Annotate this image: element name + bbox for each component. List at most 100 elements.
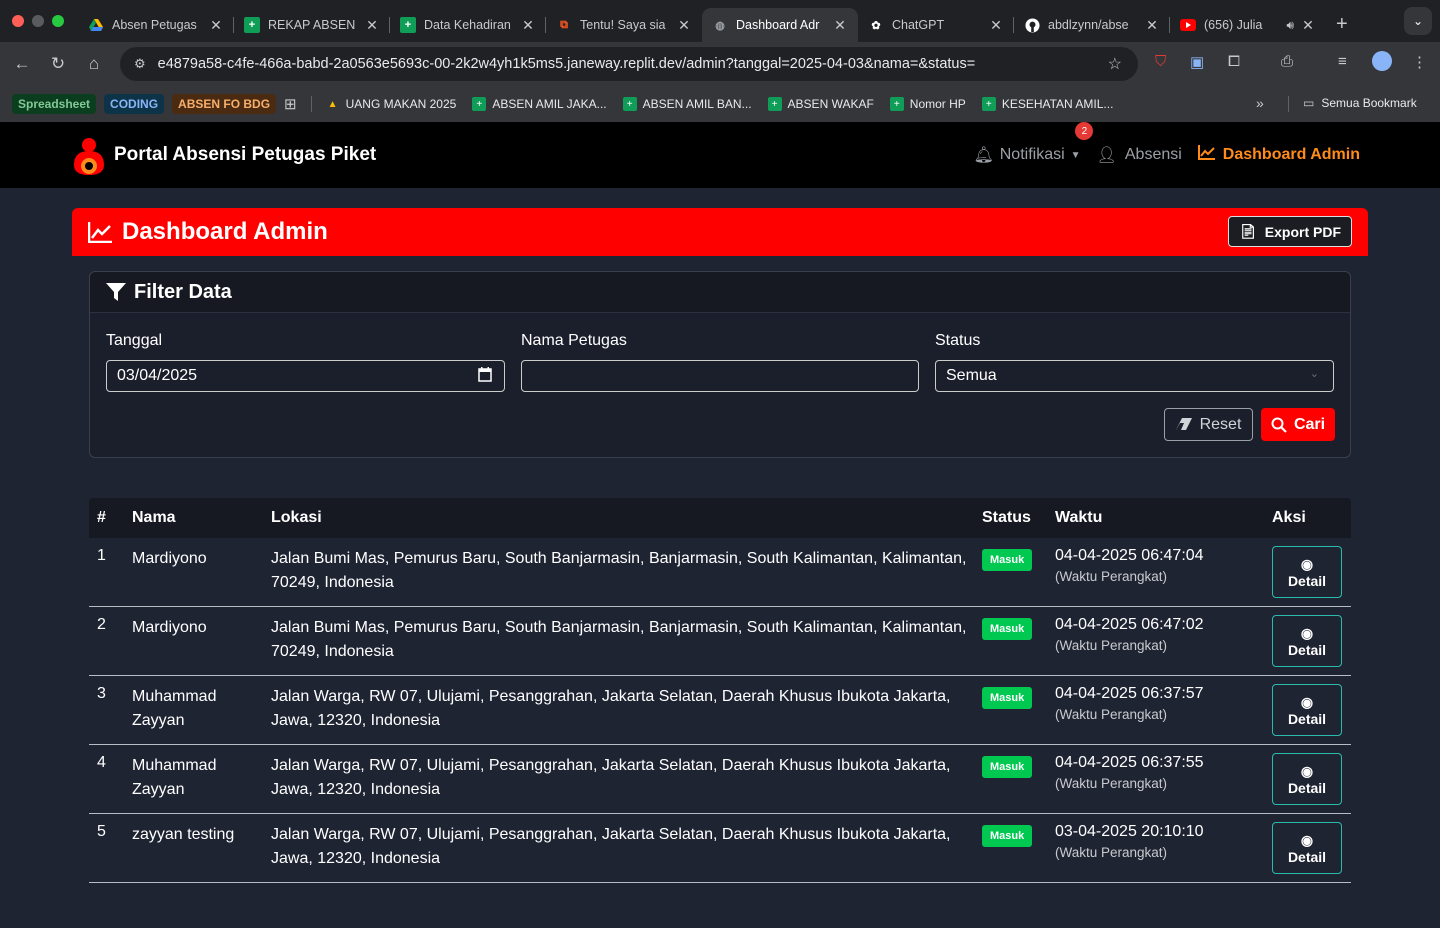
bookmark-item[interactable]: + KESEHATAN AMIL... [981, 97, 1113, 111]
youtube-icon [1180, 17, 1196, 33]
brand-title: Portal Absensi Petugas Piket [114, 144, 377, 165]
row-waktu-note: (Waktu Perangkat) [1055, 638, 1168, 653]
site-info-icon[interactable]: ⚙︎ [134, 56, 146, 72]
browser-tab[interactable]: + REKAP ABSEN ✕ [234, 8, 390, 42]
row-number: 4 [97, 754, 106, 771]
row-waktu: 04-04-2025 06:47:04 [1055, 547, 1204, 564]
bookmark-item[interactable]: + ABSEN WAKAF [767, 97, 874, 111]
bookmark-item[interactable]: ▲ UANG MAKAN 2025 [326, 97, 457, 111]
row-lokasi: Jalan Warga, RW 07, Ulujami, Pesanggraha… [271, 826, 951, 867]
browser-tab[interactable]: abdlzynn/abse ✕ [1014, 8, 1170, 42]
browser-tab-active[interactable]: ◍ Dashboard Adr ✕ [702, 8, 858, 42]
close-tab-icon[interactable]: ✕ [832, 17, 848, 34]
more-bookmarks-icon[interactable]: » [1256, 95, 1264, 111]
table-row: 3 Muhammad Zayyan Jalan Warga, RW 07, Ul… [89, 676, 1351, 745]
apps-grid-icon[interactable]: ⊞ [284, 95, 297, 113]
search-button[interactable]: Cari [1261, 408, 1335, 441]
status-select-value: Semua [946, 367, 997, 384]
chart-line-icon [88, 221, 112, 243]
row-nama: Muhammad Zayyan [132, 688, 217, 729]
nama-petugas-label: Nama Petugas [521, 332, 627, 349]
all-bookmarks-button[interactable]: ▭ Semua Bookmark [1303, 96, 1417, 110]
row-nama: Mardiyono [132, 550, 207, 567]
bookmark-item[interactable]: + Nomor HP [889, 97, 966, 111]
status-badge: Masuk [982, 618, 1033, 640]
dashboard-card: Dashboard Admin 📄︎ Export PDF Filter Dat… [72, 208, 1368, 928]
browser-tab[interactable]: Absen Petugas ✕ [78, 8, 234, 42]
browser-menu-icon[interactable]: ⋮ [1412, 53, 1427, 71]
home-icon[interactable]: ⌂ [76, 54, 112, 74]
bookmark-folder-spreadsheet[interactable]: Spreadsheet [12, 94, 97, 114]
translate-extension-icon[interactable]: ▣ [1190, 53, 1204, 71]
detail-button[interactable]: ◉ Detail [1272, 753, 1342, 805]
bell-icon: 🔔︎ [973, 147, 994, 164]
browser-toolbar: ← ↻ ⌂ ⚙︎ e4879a58-c4fe-466a-babd-2a0563e… [0, 42, 1440, 86]
nav-notifikasi-dropdown[interactable]: 🔔︎ Notifikasi ▼ 2 [973, 122, 1094, 165]
tab-search-icon[interactable]: ⌄ [1404, 7, 1432, 35]
row-waktu-note: (Waktu Perangkat) [1055, 776, 1168, 791]
eye-icon: ◉ [1300, 762, 1314, 779]
all-bookmarks-label: Semua Bookmark [1321, 96, 1417, 110]
detail-button[interactable]: ◉ Detail [1272, 822, 1342, 874]
close-tab-icon[interactable]: ✕ [1300, 17, 1316, 34]
bookmark-folder-absen-fo-bdg[interactable]: ABSEN FO BDG [172, 94, 277, 114]
sheets-icon: + [622, 97, 637, 111]
bookmark-item[interactable]: + ABSEN AMIL BAN... [622, 97, 752, 111]
close-tab-icon[interactable]: ✕ [520, 17, 536, 34]
globe-icon: ◍ [715, 19, 725, 32]
address-bar[interactable]: ⚙︎ e4879a58-c4fe-466a-babd-2a0563e5693c-… [120, 47, 1138, 81]
detail-button[interactable]: ◉ Detail [1272, 546, 1342, 598]
bookmark-item[interactable]: + ABSEN AMIL JAKA... [472, 97, 607, 111]
row-nama: Muhammad Zayyan [132, 757, 217, 798]
detail-button[interactable]: ◉ Detail [1272, 615, 1342, 667]
detail-label: Detail [1287, 779, 1327, 796]
tanggal-input[interactable]: 03/04/2025 [106, 360, 505, 392]
browser-tab[interactable]: ✿ ChatGPT ✕ [858, 8, 1014, 42]
eye-icon: ◉ [1300, 624, 1314, 641]
reload-icon[interactable]: ↻ [40, 54, 76, 74]
close-window-button[interactable] [12, 15, 24, 27]
col-header-aksi: Aksi [1272, 509, 1306, 526]
search-icon [1271, 417, 1287, 433]
print-icon[interactable]: ⎙ [1281, 53, 1293, 70]
new-tab-icon[interactable]: + [1336, 13, 1348, 36]
nav-dashboard-link[interactable]: Dashboard Admin [1197, 145, 1360, 165]
export-pdf-button[interactable]: 📄︎ Export PDF [1227, 216, 1352, 247]
nama-petugas-input[interactable] [521, 360, 919, 392]
minimize-window-button[interactable] [32, 15, 44, 27]
browser-tab[interactable]: ⧉ Tentu! Saya sia ✕ [546, 8, 702, 42]
close-tab-icon[interactable]: ✕ [364, 17, 380, 34]
speaker-icon[interactable]: 🔊︎ [1286, 18, 1294, 33]
close-tab-icon[interactable]: ✕ [1144, 17, 1160, 34]
drive-icon [88, 17, 104, 33]
bookmark-star-icon[interactable]: ☆ [1108, 54, 1122, 74]
url-text: e4879a58-c4fe-466a-babd-2a0563e5693c-00-… [157, 56, 976, 72]
calendar-icon[interactable] [478, 367, 492, 387]
bookmark-folder-coding[interactable]: CODING [104, 94, 165, 114]
extensions-icon[interactable]: ⧠ [1228, 53, 1240, 70]
nav-absensi-link[interactable]: 👤︎ Absensi [1097, 145, 1182, 165]
brand-link[interactable]: Portal Absensi Petugas Piket [72, 135, 376, 175]
bookmark-label: Nomor HP [909, 97, 966, 111]
chevron-down-icon: ⌄ [1309, 368, 1319, 380]
browser-tab[interactable]: + Data Kehadiran ✕ [390, 8, 546, 42]
zoom-window-button[interactable] [52, 15, 64, 27]
media-controls-icon[interactable]: ≡ [1338, 53, 1347, 70]
detail-button[interactable]: ◉ Detail [1272, 684, 1342, 736]
nav-dashboard-label: Dashboard Admin [1222, 146, 1360, 163]
row-lokasi: Jalan Warga, RW 07, Ulujami, Pesanggraha… [271, 688, 951, 729]
reset-button[interactable]: Reset [1164, 408, 1253, 441]
profile-avatar[interactable] [1372, 51, 1392, 71]
back-icon[interactable]: ← [4, 54, 40, 74]
close-tab-icon[interactable]: ✕ [208, 17, 224, 34]
row-number: 1 [97, 547, 106, 564]
status-select[interactable]: Semua ⌄ [935, 360, 1334, 392]
shield-extension-icon[interactable]: ⛉ [1155, 53, 1166, 70]
close-tab-icon[interactable]: ✕ [988, 17, 1004, 34]
browser-tab[interactable]: (656) Julia 🔊︎ ✕ [1170, 8, 1326, 42]
status-label: Status [935, 332, 981, 349]
sheets-icon: + [889, 97, 904, 111]
sheets-icon: + [767, 97, 782, 111]
close-tab-icon[interactable]: ✕ [676, 17, 692, 34]
filter-title: Filter Data [134, 280, 232, 303]
